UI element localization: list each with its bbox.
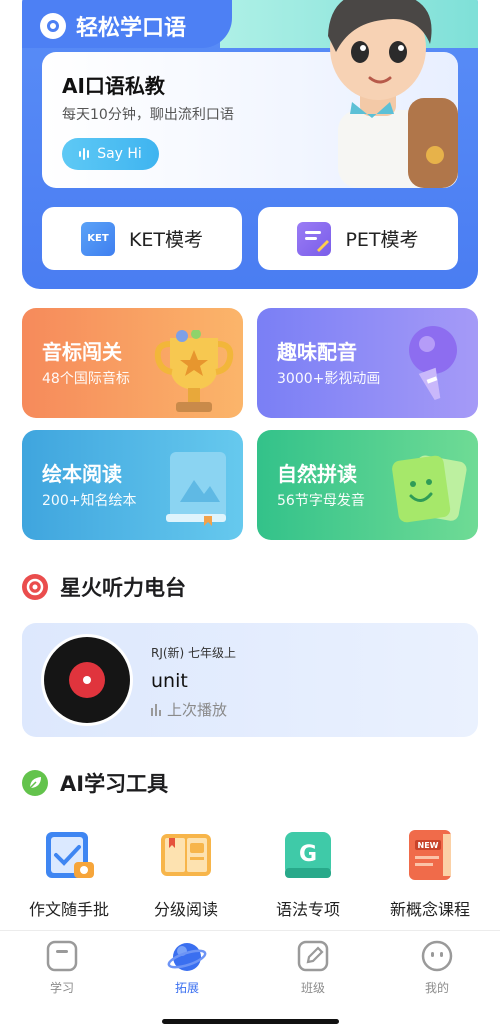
- study-icon: [45, 939, 79, 973]
- vinyl-record-icon[interactable]: [44, 637, 130, 723]
- cartoon-boy-illustration: [328, 0, 458, 188]
- letter-cards-icon: [392, 455, 467, 523]
- tile-title: 音标闯关: [42, 340, 122, 364]
- say-hi-button[interactable]: Say Hi: [62, 138, 159, 170]
- app-screen: 轻松学口语 AI口语私教 每天10分钟，聊出流利口语 Say Hi KET KE…: [0, 0, 500, 1036]
- tab-class[interactable]: 班级: [273, 939, 353, 996]
- class-edit-icon: [296, 939, 330, 973]
- tile-title: 自然拼读: [277, 462, 357, 486]
- tool-graded-reading[interactable]: 分级阅读: [131, 828, 241, 920]
- new-concept-icon: NEW: [403, 828, 457, 882]
- tool-label: 语法专项: [275, 900, 340, 919]
- picture-book-icon: [166, 452, 226, 526]
- last-played-label: 上次播放: [167, 701, 228, 719]
- graded-reading-icon: [159, 828, 213, 882]
- tile-subtitle: 3000+影视动画: [277, 371, 381, 387]
- speaking-logo-icon: [40, 13, 66, 39]
- ai-tools-heading: AI学习工具: [22, 768, 168, 798]
- phonics-challenge-tile[interactable]: 音标闯关 48个国际音标: [22, 308, 243, 418]
- tab-study-label: 学习: [49, 981, 74, 995]
- tool-label: 分级阅读: [153, 900, 218, 919]
- essay-check-icon: [42, 828, 96, 882]
- grammar-icon: G: [281, 828, 335, 882]
- grammar-icon-text: G: [299, 842, 317, 867]
- listening-radio-heading: 星火听力电台: [22, 572, 186, 602]
- pet-mock-exam-button[interactable]: PET模考: [258, 207, 458, 270]
- ket-mock-exam-label: KET模考: [128, 229, 204, 251]
- tool-grammar[interactable]: G 语法专项: [253, 828, 363, 920]
- radio-disc-icon: [22, 574, 48, 600]
- tab-explore-label: 拓展: [174, 981, 199, 995]
- tile-subtitle: 56节字母发音: [277, 493, 365, 509]
- pet-icon: [297, 221, 332, 256]
- pet-mock-exam-label: PET模考: [345, 229, 419, 251]
- tab-me-label: 我的: [424, 981, 449, 995]
- ket-icon: KET: [80, 221, 115, 256]
- radio-book-label: RJ(新) 七年级上: [151, 646, 237, 660]
- tab-study[interactable]: 学习: [22, 939, 102, 996]
- tile-title: 绘本阅读: [42, 462, 122, 486]
- equalizer-icon: [151, 703, 161, 716]
- leaf-icon: [22, 770, 48, 796]
- ket-mock-exam-button[interactable]: KET KET模考: [42, 207, 242, 270]
- tab-explore[interactable]: 拓展: [147, 939, 227, 996]
- tile-subtitle: 200+知名绘本: [42, 493, 137, 509]
- tool-label: 新概念课程: [389, 900, 470, 919]
- fun-dubbing-tile[interactable]: 趣味配音 3000+影视动画: [257, 308, 478, 418]
- hero-title-text: 轻松学口语: [76, 16, 187, 41]
- profile-face-icon: [420, 939, 454, 973]
- home-indicator[interactable]: [162, 1019, 339, 1024]
- microphone-icon: [409, 326, 457, 401]
- last-played-status: 上次播放: [151, 699, 227, 720]
- tile-subtitle: 48个国际音标: [42, 371, 130, 387]
- tile-title: 趣味配音: [277, 340, 357, 364]
- tool-new-concept[interactable]: NEW 新概念课程: [375, 828, 485, 920]
- natural-phonics-tile[interactable]: 自然拼读 56节字母发音: [257, 430, 478, 540]
- trophy-icon: [154, 330, 234, 412]
- hero-title: 轻松学口语: [40, 10, 186, 42]
- tab-me[interactable]: 我的: [397, 939, 477, 996]
- radio-unit-title: unit: [151, 670, 188, 692]
- tool-essay-check[interactable]: 作文随手批: [14, 828, 124, 920]
- planet-icon: [167, 939, 207, 973]
- say-hi-label: Say Hi: [97, 146, 142, 162]
- picture-book-reading-tile[interactable]: 绘本阅读 200+知名绘本: [22, 430, 243, 540]
- voice-wave-icon: [79, 148, 90, 160]
- ket-icon-text: KET: [87, 233, 109, 244]
- tool-label: 作文随手批: [28, 900, 109, 919]
- ai-tutor-subtitle: 每天10分钟，聊出流利口语: [62, 107, 234, 123]
- tab-class-label: 班级: [300, 981, 325, 995]
- ai-tutor-title: AI口语私教: [62, 74, 165, 98]
- listening-radio-title: 星火听力电台: [60, 576, 186, 600]
- new-concept-icon-text: NEW: [418, 841, 439, 850]
- ai-tools-title: AI学习工具: [60, 772, 169, 796]
